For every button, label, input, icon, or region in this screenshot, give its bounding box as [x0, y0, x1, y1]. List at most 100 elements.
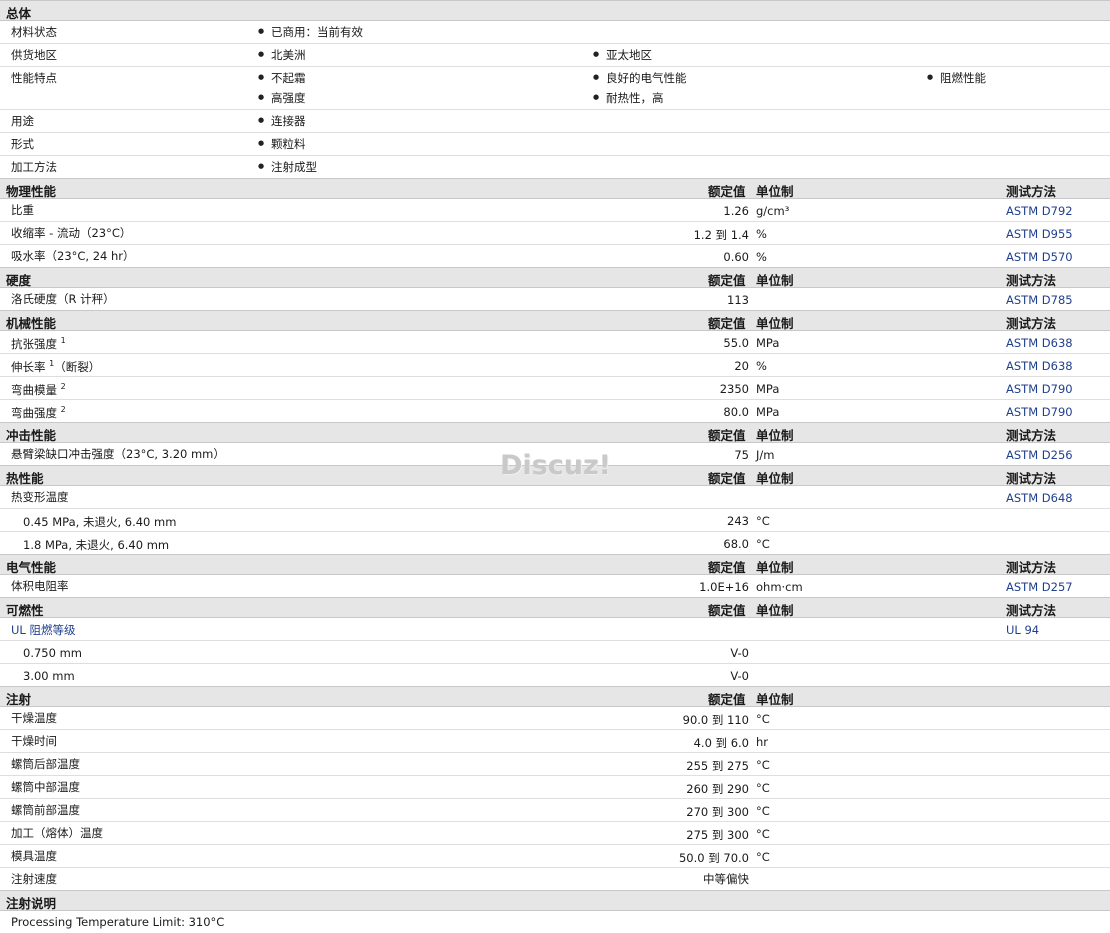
section-title: 物理性能: [6, 184, 57, 199]
row-unit: %: [756, 250, 767, 264]
section-impact-header: 冲击性能 额定值 单位制 测试方法: [0, 422, 1110, 443]
row-value: 255 到 275: [686, 759, 749, 773]
bullet-item: 亚太地区: [593, 47, 652, 63]
row-label: 模具温度: [11, 849, 57, 863]
row-unit: °C: [756, 804, 770, 818]
row-value: 中等偏快: [703, 872, 749, 886]
col-unit-header: 单位制: [756, 560, 794, 575]
row-unit: °C: [756, 758, 770, 772]
notes-row: Processing Temperature Limit: 310°C: [0, 911, 1110, 933]
row-unit: °C: [756, 514, 770, 528]
region-row: 供货地区 北美洲 亚太地区: [0, 44, 1110, 67]
section-title: 注射说明: [6, 896, 57, 911]
col-method-header: 测试方法: [1006, 471, 1057, 486]
table-row: 螺筒后部温度 255 到 275 °C: [0, 753, 1110, 776]
row-method: ASTM D638: [1006, 359, 1073, 373]
use-row: 用途 连接器: [0, 110, 1110, 133]
row-value: 0.60: [723, 250, 749, 264]
bullet-item: 高强度: [258, 90, 305, 106]
col-value-header: 额定值: [708, 316, 746, 331]
row-label: 用途: [11, 114, 34, 128]
table-row: 干燥时间 4.0 到 6.0 hr: [0, 730, 1110, 753]
row-unit: J/m: [756, 448, 775, 462]
row-label: 注射速度: [11, 872, 57, 886]
col-method-header: 测试方法: [1006, 428, 1057, 443]
col-unit-header: 单位制: [756, 471, 794, 486]
section-physical-header: 物理性能 额定值 单位制 测试方法: [0, 178, 1110, 199]
section-title: 热性能: [6, 471, 44, 486]
row-value: 68.0: [723, 537, 749, 551]
table-row: 洛氏硬度（R 计秤） 113 ASTM D785: [0, 288, 1110, 310]
row-label: 螺筒中部温度: [11, 780, 80, 794]
section-mechanical-header: 机械性能 额定值 单位制 测试方法: [0, 310, 1110, 331]
row-value: 55.0: [723, 336, 749, 350]
row-unit: °C: [756, 850, 770, 864]
row-unit: MPa: [756, 405, 780, 419]
section-title: 机械性能: [6, 316, 57, 331]
bullet-item: 已商用：当前有效: [258, 24, 363, 40]
row-label: 材料状态: [11, 25, 57, 39]
row-method: ASTM D785: [1006, 293, 1073, 307]
features-row: 性能特点 不起霜 良好的电气性能 阻燃性能 高强度 耐热性，高: [0, 67, 1110, 110]
row-method: ASTM D790: [1006, 405, 1073, 419]
row-label: 体积电阻率: [11, 579, 69, 593]
table-row: 伸长率 1（断裂） 20 % ASTM D638: [0, 354, 1110, 377]
row-value: 4.0 到 6.0: [693, 736, 749, 750]
row-unit: °C: [756, 537, 770, 551]
bullet-item: 耐热性，高: [593, 90, 663, 106]
row-label: 悬臂梁缺口冲击强度（23°C, 3.20 mm）: [11, 447, 225, 461]
row-label: 3.00 mm: [23, 669, 75, 683]
row-label: 0.750 mm: [23, 646, 82, 660]
row-value: 1.2 到 1.4: [693, 228, 749, 242]
row-unit: MPa: [756, 336, 780, 350]
table-row: 螺筒中部温度 260 到 290 °C: [0, 776, 1110, 799]
section-electrical-header: 电气性能 额定值 单位制 测试方法: [0, 554, 1110, 575]
col-method-header: 测试方法: [1006, 184, 1057, 199]
table-row: 收缩率 - 流动（23°C） 1.2 到 1.4 % ASTM D955: [0, 222, 1110, 245]
table-row: 加工（熔体）温度 275 到 300 °C: [0, 822, 1110, 845]
material-status-row: 材料状态 已商用：当前有效: [0, 21, 1110, 44]
col-unit-header: 单位制: [756, 603, 794, 618]
row-label: 螺筒后部温度: [11, 757, 80, 771]
row-label: 洛氏硬度（R 计秤）: [11, 292, 115, 306]
row-unit: °C: [756, 712, 770, 726]
row-label: 吸水率（23°C, 24 hr）: [11, 249, 135, 263]
row-unit: ohm·cm: [756, 580, 803, 594]
col-value-header: 额定值: [708, 273, 746, 288]
col-unit-header: 单位制: [756, 692, 794, 707]
row-value: 1.26: [723, 204, 749, 218]
table-row: 弯曲强度 2 80.0 MPa ASTM D790: [0, 400, 1110, 422]
row-method: ASTM D570: [1006, 250, 1073, 264]
row-unit: hr: [756, 735, 769, 749]
row-value: 113: [727, 293, 749, 307]
row-label: 性能特点: [11, 71, 57, 85]
row-method: ASTM D638: [1006, 336, 1073, 350]
row-method: ASTM D257: [1006, 580, 1073, 594]
table-row: UL 阻燃等级 UL 94: [0, 618, 1110, 641]
row-method: ASTM D792: [1006, 204, 1073, 218]
form-row: 形式 颗粒料: [0, 133, 1110, 156]
col-value-header: 额定值: [708, 184, 746, 199]
bullet-item: 不起霜: [258, 70, 305, 86]
section-title: 可燃性: [6, 603, 44, 618]
row-value: 243: [727, 514, 749, 528]
bullet-item: 阻燃性能: [927, 70, 986, 86]
col-value-header: 额定值: [708, 603, 746, 618]
col-value-header: 额定值: [708, 471, 746, 486]
col-unit-header: 单位制: [756, 184, 794, 199]
row-unit: %: [756, 359, 767, 373]
row-value: 1.0E+16: [699, 580, 749, 594]
table-row: 0.750 mm V-0: [0, 641, 1110, 664]
table-row: 螺筒前部温度 270 到 300 °C: [0, 799, 1110, 822]
row-value: 50.0 到 70.0: [678, 851, 749, 865]
bullet-item: 颗粒料: [258, 136, 305, 152]
bullet-item: 北美洲: [258, 47, 305, 63]
row-value: 275 到 300: [686, 828, 749, 842]
row-label: 加工方法: [11, 160, 57, 174]
row-value: 90.0 到 110: [682, 713, 749, 727]
row-label: 形式: [11, 137, 34, 151]
col-value-header: 额定值: [708, 428, 746, 443]
row-label: 0.45 MPa, 未退火, 6.40 mm: [23, 515, 177, 529]
row-method: UL 94: [1006, 623, 1040, 637]
row-label: 比重: [11, 203, 34, 217]
